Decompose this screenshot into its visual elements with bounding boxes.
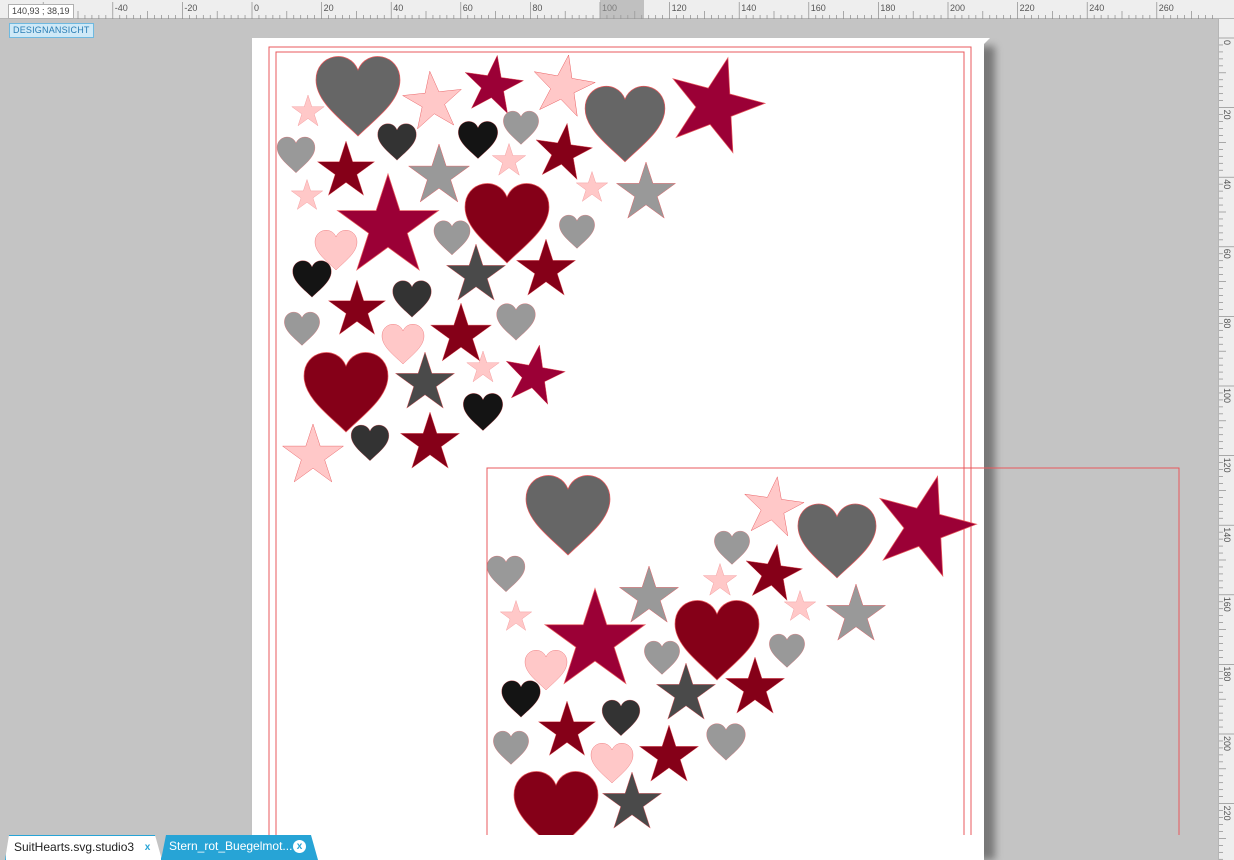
star-shape[interactable] bbox=[616, 161, 676, 219]
heart-shape[interactable] bbox=[486, 555, 526, 593]
star-shape[interactable] bbox=[500, 600, 532, 631]
star-shape[interactable] bbox=[328, 279, 386, 335]
star-shape[interactable] bbox=[741, 540, 806, 603]
heart-shape[interactable] bbox=[303, 352, 389, 433]
heart-shape[interactable] bbox=[584, 85, 666, 163]
heart-shape[interactable] bbox=[501, 680, 541, 718]
heart-shape[interactable] bbox=[276, 136, 316, 174]
star-shape[interactable] bbox=[538, 700, 596, 756]
star-shape[interactable] bbox=[400, 67, 466, 131]
star-shape[interactable] bbox=[784, 590, 816, 621]
heart-shape[interactable] bbox=[284, 311, 320, 346]
star-shape[interactable] bbox=[864, 462, 987, 582]
star-shape[interactable] bbox=[826, 583, 886, 641]
star-shape[interactable] bbox=[430, 302, 492, 362]
close-tab-icon[interactable]: x bbox=[293, 840, 306, 853]
heart-shape[interactable] bbox=[513, 771, 599, 835]
heart-shape[interactable] bbox=[706, 723, 746, 761]
tab-stern-rot[interactable]: Stern_rot_Buegelmot... x bbox=[161, 835, 318, 860]
design-area[interactable] bbox=[0, 0, 1234, 835]
heart-shape[interactable] bbox=[590, 743, 634, 784]
document-tab-bar: SuitHearts.svg.studio3 x Stern_rot_Buege… bbox=[0, 835, 1234, 860]
heart-shape[interactable] bbox=[644, 640, 680, 675]
heart-shape[interactable] bbox=[503, 110, 539, 145]
heart-shape[interactable] bbox=[525, 475, 611, 556]
tab-label: Stern_rot_Buegelmot... bbox=[169, 839, 293, 853]
star-shape[interactable] bbox=[291, 94, 325, 126]
star-shape[interactable] bbox=[531, 119, 596, 182]
heart-shape[interactable] bbox=[458, 121, 498, 159]
heart-shape[interactable] bbox=[433, 220, 471, 256]
star-shape[interactable] bbox=[337, 173, 439, 271]
star-shape[interactable] bbox=[639, 724, 699, 782]
heart-shape[interactable] bbox=[496, 303, 536, 341]
star-shape[interactable] bbox=[459, 50, 527, 116]
star-shape[interactable] bbox=[400, 411, 460, 469]
heart-shape[interactable] bbox=[350, 424, 390, 462]
star-shape[interactable] bbox=[658, 44, 775, 158]
star-shape[interactable] bbox=[739, 472, 808, 538]
tab-suithearts[interactable]: SuitHearts.svg.studio3 x bbox=[5, 835, 162, 860]
star-shape[interactable] bbox=[466, 350, 500, 382]
heart-shape[interactable] bbox=[493, 730, 529, 765]
close-tab-icon[interactable]: x bbox=[141, 841, 154, 854]
tab-label: SuitHearts.svg.studio3 bbox=[14, 840, 135, 854]
heart-shape[interactable] bbox=[601, 699, 641, 737]
star-shape[interactable] bbox=[282, 423, 344, 483]
star-shape[interactable] bbox=[725, 656, 785, 714]
motif-shapes[interactable] bbox=[276, 44, 987, 835]
star-shape[interactable] bbox=[492, 143, 526, 176]
star-shape[interactable] bbox=[516, 238, 576, 296]
heart-shape[interactable] bbox=[381, 324, 425, 365]
heart-shape[interactable] bbox=[559, 214, 595, 249]
heart-shape[interactable] bbox=[292, 260, 332, 298]
star-shape[interactable] bbox=[703, 563, 737, 596]
heart-shape[interactable] bbox=[463, 393, 503, 431]
heart-shape[interactable] bbox=[377, 123, 417, 161]
heart-shape[interactable] bbox=[392, 280, 432, 318]
heart-shape[interactable] bbox=[769, 633, 805, 668]
star-shape[interactable] bbox=[576, 171, 608, 202]
star-shape[interactable] bbox=[408, 143, 470, 203]
heart-shape[interactable] bbox=[797, 503, 877, 579]
star-shape[interactable] bbox=[619, 565, 679, 623]
star-shape[interactable] bbox=[317, 140, 375, 196]
heart-shape[interactable] bbox=[714, 530, 750, 565]
star-shape[interactable] bbox=[291, 179, 323, 210]
star-shape[interactable] bbox=[499, 339, 570, 407]
